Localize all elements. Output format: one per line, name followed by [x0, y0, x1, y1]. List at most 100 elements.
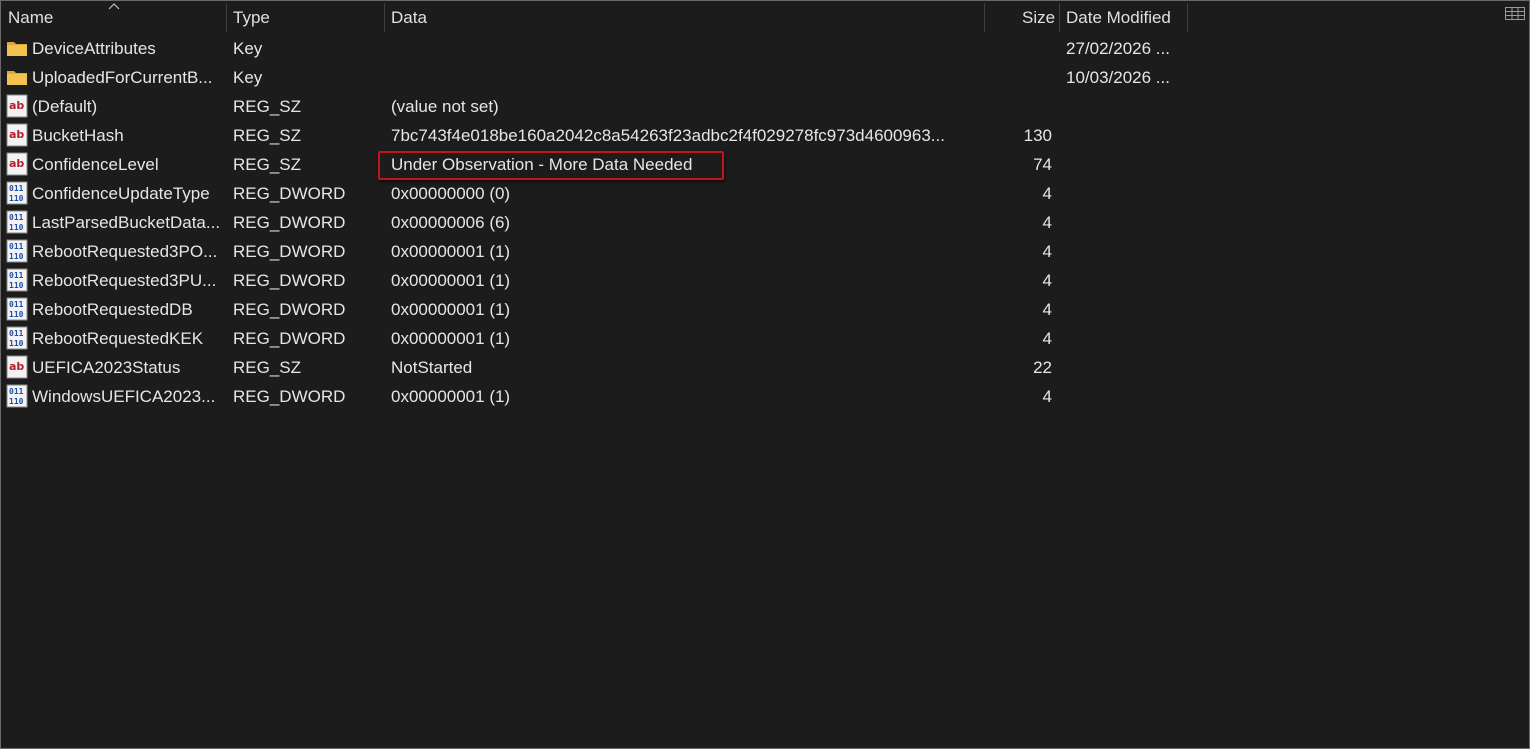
value-type: REG_SZ	[233, 126, 302, 145]
value-date-modified	[1066, 92, 1184, 121]
list-item[interactable]: 011 110 LastParsedBucketData... REG_DWORD…	[1, 208, 1529, 237]
value-name: BucketHash	[32, 126, 124, 145]
svg-text:110: 110	[9, 223, 24, 232]
value-name: RebootRequested3PU...	[32, 271, 217, 290]
value-size	[991, 92, 1052, 121]
list-item[interactable]: UploadedForCurrentB... Key 10/03/2026 ...	[1, 63, 1529, 92]
svg-text:011: 011	[9, 271, 24, 280]
svg-text:011: 011	[9, 300, 24, 309]
column-header-data[interactable]: Data	[391, 1, 427, 32]
svg-text:ab: ab	[9, 157, 24, 170]
list-item[interactable]: 011 110 ConfidenceUpdateType REG_DWORD 0x0…	[1, 179, 1529, 208]
list-item[interactable]: ab BucketHash REG_SZ 7bc743f4e018be160a204…	[1, 121, 1529, 150]
grid-view-icon[interactable]	[1505, 7, 1525, 20]
value-size	[991, 63, 1052, 92]
value-type: REG_DWORD	[233, 329, 346, 348]
value-date-modified: 27/02/2026 ...	[1066, 39, 1170, 58]
value-name: RebootRequestedDB	[32, 300, 193, 319]
list-item[interactable]: DeviceAttributes Key 27/02/2026 ...	[1, 34, 1529, 63]
value-name: WindowsUEFICA2023...	[32, 387, 216, 406]
value-data	[391, 34, 981, 63]
reg-dword-icon: 011 110	[6, 239, 28, 263]
svg-text:011: 011	[9, 242, 24, 251]
svg-text:011: 011	[9, 329, 24, 338]
column-header-size-label: Size	[1022, 8, 1056, 27]
value-name: ConfidenceUpdateType	[32, 184, 210, 203]
value-size: 4	[1042, 184, 1052, 203]
value-type: Key	[233, 68, 263, 87]
reg-dword-icon: 011 110	[6, 181, 28, 205]
value-type: REG_SZ	[233, 155, 302, 174]
value-data: NotStarted	[391, 358, 473, 377]
list-header: Name Type Data Size Date Modified	[1, 1, 1529, 32]
value-size: 4	[1042, 300, 1052, 319]
reg-sz-icon: ab	[6, 355, 28, 379]
list-item[interactable]: ab (Default) REG_SZ (value not set)	[1, 92, 1529, 121]
reg-sz-icon: ab	[6, 152, 28, 176]
list-item[interactable]: 011 110 RebootRequestedKEK REG_DWORD 0x000…	[1, 324, 1529, 353]
chevron-up-icon[interactable]	[107, 2, 121, 10]
value-name: RebootRequestedKEK	[32, 329, 204, 348]
svg-text:110: 110	[9, 310, 24, 319]
value-data: 0x00000001 (1)	[391, 300, 511, 319]
value-data	[391, 63, 981, 92]
list-item[interactable]: 011 110 WindowsUEFICA2023... REG_DWORD 0x0…	[1, 382, 1529, 411]
value-name: RebootRequested3PO...	[32, 242, 218, 261]
reg-dword-icon: 011 110	[6, 210, 28, 234]
value-type: Key	[233, 39, 263, 58]
column-header-data-label: Data	[391, 8, 427, 27]
value-size: 4	[1042, 329, 1052, 348]
value-size: 74	[1033, 155, 1052, 174]
svg-text:011: 011	[9, 213, 24, 222]
value-data: 0x00000006 (6)	[391, 213, 511, 232]
column-divider[interactable]	[1187, 3, 1188, 32]
value-data: 0x00000001 (1)	[391, 329, 511, 348]
svg-text:011: 011	[9, 387, 24, 396]
column-divider[interactable]	[984, 3, 985, 32]
svg-text:110: 110	[9, 252, 24, 261]
column-header-date-modified[interactable]: Date Modified	[1066, 1, 1171, 32]
values-list: DeviceAttributes Key 27/02/2026 ... Upload…	[1, 34, 1529, 411]
svg-text:ab: ab	[9, 128, 24, 141]
value-date-modified: 10/03/2026 ...	[1066, 68, 1170, 87]
value-date-modified	[1066, 324, 1184, 353]
column-header-date-modified-label: Date Modified	[1066, 8, 1171, 27]
value-date-modified	[1066, 121, 1184, 150]
value-data: (value not set)	[391, 97, 499, 116]
folder-icon	[6, 65, 28, 89]
reg-dword-icon: 011 110	[6, 384, 28, 408]
list-item[interactable]: 011 110 RebootRequested3PU... REG_DWORD 0x…	[1, 266, 1529, 295]
value-size: 4	[1042, 242, 1052, 261]
list-item[interactable]: 011 110 RebootRequestedDB REG_DWORD 0x0000…	[1, 295, 1529, 324]
reg-dword-icon: 011 110	[6, 268, 28, 292]
registry-values-pane: Name Type Data Size Date Modified Device…	[0, 0, 1530, 749]
column-header-name[interactable]: Name	[8, 1, 53, 32]
reg-sz-icon: ab	[6, 94, 28, 118]
value-size: 130	[1023, 126, 1052, 145]
column-header-size[interactable]: Size	[1022, 1, 1055, 32]
value-name: UEFICA2023Status	[32, 358, 181, 377]
value-type: REG_DWORD	[233, 213, 346, 232]
value-date-modified	[1066, 295, 1184, 324]
value-date-modified	[1066, 179, 1184, 208]
value-data: 0x00000001 (1)	[391, 271, 511, 290]
value-name: DeviceAttributes	[32, 39, 156, 58]
value-date-modified	[1066, 266, 1184, 295]
value-date-modified	[1066, 382, 1184, 411]
value-date-modified	[1066, 237, 1184, 266]
column-header-type[interactable]: Type	[233, 1, 270, 32]
column-divider[interactable]	[226, 3, 227, 32]
value-data: 0x00000000 (0)	[391, 184, 511, 203]
value-type: REG_DWORD	[233, 184, 346, 203]
list-item[interactable]: ab ConfidenceLevel REG_SZ Under Observatio…	[1, 150, 1529, 179]
value-date-modified	[1066, 150, 1184, 179]
list-item[interactable]: ab UEFICA2023Status REG_SZ NotStarted 22	[1, 353, 1529, 382]
value-size	[991, 34, 1052, 63]
column-divider[interactable]	[1059, 3, 1060, 32]
list-item[interactable]: 011 110 RebootRequested3PO... REG_DWORD 0x…	[1, 237, 1529, 266]
column-divider[interactable]	[384, 3, 385, 32]
reg-dword-icon: 011 110	[6, 297, 28, 321]
value-name: ConfidenceLevel	[32, 155, 159, 174]
column-header-type-label: Type	[233, 8, 270, 27]
column-header-name-label: Name	[8, 8, 54, 27]
